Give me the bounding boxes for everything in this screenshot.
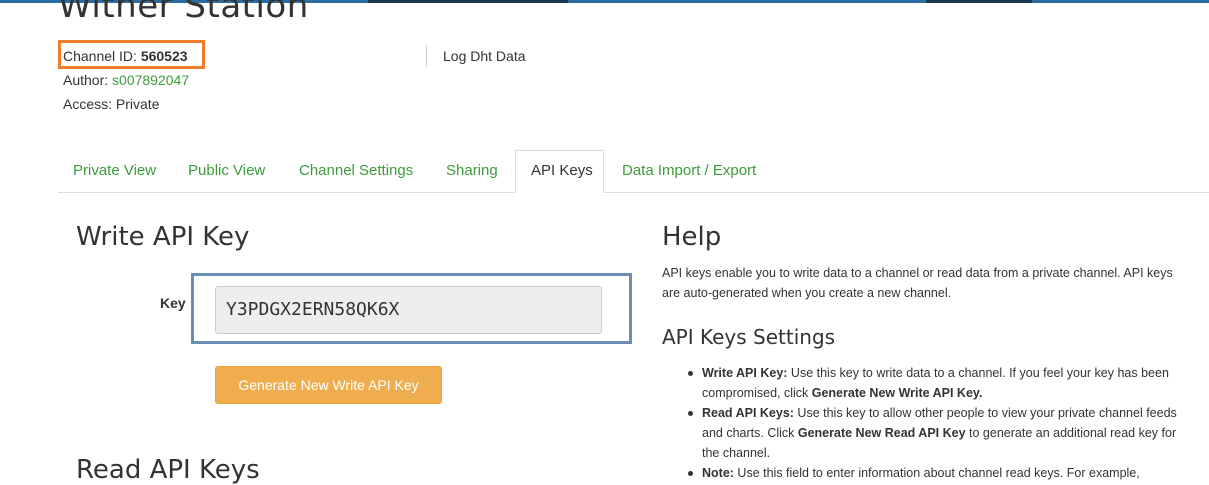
list-item-term: Write API Key: — [702, 366, 788, 380]
api-keys-settings-heading: API Keys Settings — [662, 325, 836, 349]
tab-data-import-export[interactable]: Data Import / Export — [622, 150, 756, 192]
meta-divider — [426, 45, 427, 67]
list-item: Read API Keys: Use this key to allow oth… — [688, 403, 1182, 463]
tab-channel-settings[interactable]: Channel Settings — [299, 150, 413, 192]
author-link[interactable]: s007892047 — [112, 72, 189, 88]
channel-id-highlight — [58, 40, 205, 69]
access-label: Access: — [63, 96, 113, 112]
tab-api-keys[interactable]: API Keys — [515, 150, 604, 193]
list-item: Write API Key: Use this key to write dat… — [688, 363, 1182, 403]
list-item-bold: Generate New Write API Key. — [811, 386, 983, 400]
access-value: Private — [115, 96, 160, 112]
write-api-key-field[interactable]: Y3PDGX2ERN58QK6X — [215, 286, 602, 334]
write-api-key-heading: Write API Key — [76, 222, 250, 252]
list-item-text: Use this field to enter information abou… — [733, 466, 1140, 480]
list-item-term: Read API Keys: — [702, 406, 794, 420]
read-api-keys-heading: Read API Keys — [76, 455, 260, 485]
channel-title: Wither Station — [58, 0, 309, 26]
top-bar-segment — [926, 0, 1032, 3]
channel-author: Author: s007892047 — [63, 72, 189, 88]
tab-sharing[interactable]: Sharing — [446, 150, 498, 192]
help-heading: Help — [662, 222, 722, 252]
tab-public-view[interactable]: Public View — [188, 150, 265, 192]
channel-access: Access: Private — [63, 96, 159, 112]
top-bar-segment — [368, 0, 568, 3]
tab-private-view[interactable]: Private View — [73, 150, 156, 192]
tabs-underline — [58, 192, 1209, 193]
write-key-label: Key — [160, 295, 186, 311]
list-item: Note: Use this field to enter informatio… — [688, 463, 1182, 483]
channel-description: Log Dht Data — [443, 48, 526, 64]
list-item-term: Note: — [702, 466, 734, 480]
help-intro: API keys enable you to write data to a c… — [662, 266, 1173, 300]
api-keys-settings-list: Write API Key: Use this key to write dat… — [688, 363, 1182, 483]
list-item-bold: Generate New Read API Key — [797, 426, 966, 440]
generate-write-key-button[interactable]: Generate New Write API Key — [215, 366, 442, 404]
author-label: Author: — [63, 72, 109, 88]
